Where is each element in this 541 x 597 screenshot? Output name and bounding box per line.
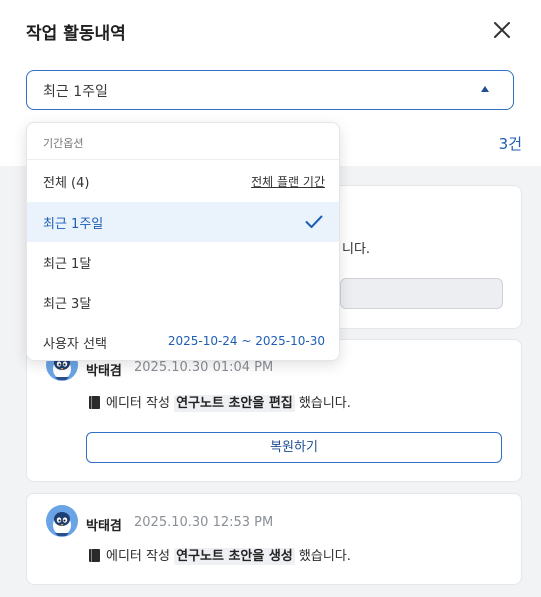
period-select[interactable]: 최근 1주일 <box>26 70 514 110</box>
activity-description: 에디터 작성 연구노트 초안을 생성 했습니다. <box>89 545 351 565</box>
activity-highlight: 연구노트 초안을 생성 <box>174 548 295 565</box>
activity-card: 박태겸 2025.10.30 12:53 PM 에디터 작성 연구노트 초안을 … <box>26 493 522 585</box>
activity-prefix: 에디터 작성 <box>106 549 170 564</box>
restore-button-disabled[interactable] <box>340 278 503 309</box>
timestamp: 2025.10.30 12:53 PM <box>134 515 274 530</box>
restore-button[interactable]: 복원하기 <box>86 432 502 463</box>
close-icon[interactable] <box>490 18 514 42</box>
dropdown-header: 기간옵션 <box>43 137 84 150</box>
option-label: 전체 (4) <box>43 176 90 191</box>
author-name: 박태겸 <box>86 519 122 534</box>
activity-description: 니다. <box>342 242 371 257</box>
check-icon <box>305 214 323 228</box>
book-icon <box>89 396 100 409</box>
book-icon <box>89 549 100 562</box>
option-1-month[interactable]: 최근 1달 <box>27 242 339 282</box>
activity-suffix: 했습니다. <box>298 549 351 564</box>
option-label: 최근 1주일 <box>43 217 104 232</box>
activity-suffix: 했습니다. <box>298 396 351 411</box>
result-count: 3건 <box>498 135 522 153</box>
custom-date-range[interactable]: 2025-10-24 ~ 2025-10-30 <box>168 334 325 348</box>
activity-description: 에디터 작성 연구노트 초안을 편집 했습니다. <box>89 392 351 412</box>
option-1-week[interactable]: 최근 1주일 <box>27 202 339 242</box>
all-plan-period-link[interactable]: 전체 플랜 기간 <box>251 173 325 190</box>
timestamp: 2025.10.30 01:04 PM <box>134 360 274 375</box>
period-select-value: 최근 1주일 <box>43 84 108 100</box>
avatar <box>46 505 78 537</box>
divider <box>27 159 339 160</box>
activity-highlight: 연구노트 초안을 편집 <box>174 395 295 412</box>
option-custom[interactable]: 사용자 선택 2025-10-24 ~ 2025-10-30 <box>27 322 339 360</box>
page-title: 작업 활동내역 <box>26 24 126 44</box>
option-label: 사용자 선택 <box>43 337 107 352</box>
option-label: 최근 3달 <box>43 297 92 312</box>
period-dropdown: 기간옵션 전체 (4) 전체 플랜 기간 최근 1주일 최근 1달 최근 3달 … <box>26 122 340 361</box>
option-all[interactable]: 전체 (4) 전체 플랜 기간 <box>27 161 339 201</box>
option-3-months[interactable]: 최근 3달 <box>27 282 339 322</box>
activity-prefix: 에디터 작성 <box>106 396 170 411</box>
caret-up-icon <box>481 86 489 92</box>
author-name: 박태겸 <box>86 364 122 379</box>
option-label: 최근 1달 <box>43 257 92 272</box>
